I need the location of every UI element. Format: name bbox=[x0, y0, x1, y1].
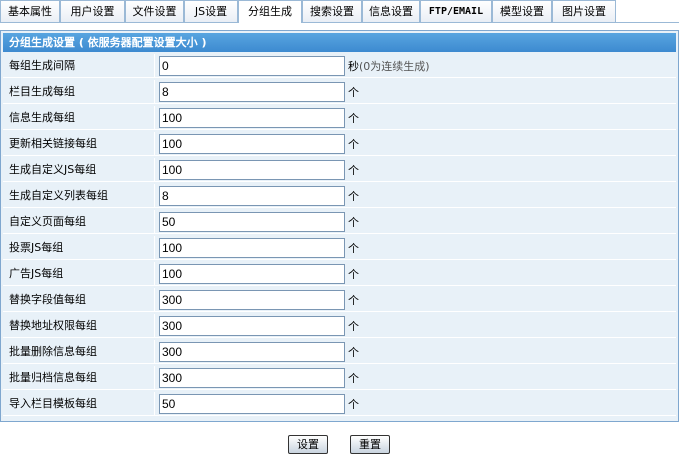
tab-info[interactable]: 信息设置 bbox=[362, 0, 420, 22]
row-label: 替换字段值每组 bbox=[9, 293, 86, 306]
row-label: 批量删除信息每组 bbox=[9, 345, 97, 358]
unit-note: (0为连续生成) bbox=[359, 60, 430, 73]
submit-button[interactable]: 设置 bbox=[288, 435, 328, 454]
panel-title: 分组生成设置 ( 依服务器配置设置大小 ) bbox=[3, 33, 676, 52]
interval-input[interactable]: 0 bbox=[159, 56, 345, 76]
column-divider bbox=[154, 236, 155, 259]
unit-label: 个 bbox=[348, 190, 359, 203]
batch-archive-input[interactable]: 300 bbox=[159, 368, 345, 388]
unit-label: 个 bbox=[348, 242, 359, 255]
setting-row: 导入栏目模板每组 50 个 bbox=[3, 392, 676, 416]
tab-basic[interactable]: 基本属性 bbox=[0, 0, 60, 22]
replace-field-input[interactable]: 300 bbox=[159, 290, 345, 310]
unit-label: 个 bbox=[348, 372, 359, 385]
unit-label: 个 bbox=[348, 216, 359, 229]
custom-page-input[interactable]: 50 bbox=[159, 212, 345, 232]
row-label: 自定义页面每组 bbox=[9, 215, 86, 228]
column-divider bbox=[154, 132, 155, 155]
column-divider bbox=[154, 54, 155, 77]
row-label: 生成自定义列表每组 bbox=[9, 189, 108, 202]
column-divider bbox=[154, 288, 155, 311]
unit-label: 个 bbox=[348, 398, 359, 411]
column-divider bbox=[154, 106, 155, 129]
unit-label: 个 bbox=[348, 320, 359, 333]
row-label: 投票JS每组 bbox=[9, 241, 64, 254]
related-links-input[interactable]: 100 bbox=[159, 134, 345, 154]
unit-label: 个 bbox=[348, 138, 359, 151]
column-divider bbox=[154, 392, 155, 415]
column-divider bbox=[154, 210, 155, 233]
setting-row: 每组生成间隔 0 秒(0为连续生成) bbox=[3, 54, 676, 78]
tab-group-generate[interactable]: 分组生成 bbox=[238, 0, 302, 23]
tab-file[interactable]: 文件设置 bbox=[125, 0, 184, 22]
unit-label: 个 bbox=[348, 164, 359, 177]
tab-user[interactable]: 用户设置 bbox=[60, 0, 125, 22]
column-divider bbox=[154, 366, 155, 389]
row-label: 广告JS每组 bbox=[9, 267, 64, 280]
custom-js-input[interactable]: 100 bbox=[159, 160, 345, 180]
custom-list-input[interactable]: 8 bbox=[159, 186, 345, 206]
row-label: 生成自定义JS每组 bbox=[9, 163, 97, 176]
column-divider bbox=[154, 340, 155, 363]
settings-panel: 分组生成设置 ( 依服务器配置设置大小 ) 每组生成间隔 0 秒(0为连续生成)… bbox=[0, 30, 679, 422]
column-divider bbox=[154, 184, 155, 207]
tab-search[interactable]: 搜索设置 bbox=[302, 0, 362, 22]
column-divider bbox=[154, 158, 155, 181]
setting-row: 信息生成每组 100 个 bbox=[3, 106, 676, 130]
setting-row: 替换地址权限每组 300 个 bbox=[3, 314, 676, 338]
unit-label: 个 bbox=[348, 268, 359, 281]
setting-row: 生成自定义列表每组 8 个 bbox=[3, 184, 676, 208]
setting-row: 批量删除信息每组 300 个 bbox=[3, 340, 676, 364]
tab-ftp-email[interactable]: FTP/EMAIL bbox=[420, 0, 492, 22]
setting-row: 栏目生成每组 8 个 bbox=[3, 80, 676, 104]
row-label: 更新相关链接每组 bbox=[9, 137, 97, 150]
unit-label: 个 bbox=[348, 346, 359, 359]
setting-row: 广告JS每组 100 个 bbox=[3, 262, 676, 286]
tab-image[interactable]: 图片设置 bbox=[552, 0, 616, 22]
column-divider bbox=[154, 314, 155, 337]
unit-label: 个 bbox=[348, 112, 359, 125]
replace-url-permission-input[interactable]: 300 bbox=[159, 316, 345, 336]
row-label: 导入栏目模板每组 bbox=[9, 397, 97, 410]
setting-row: 投票JS每组 100 个 bbox=[3, 236, 676, 260]
column-divider bbox=[154, 262, 155, 285]
row-label: 每组生成间隔 bbox=[9, 59, 75, 72]
vote-js-input[interactable]: 100 bbox=[159, 238, 345, 258]
setting-row: 批量归档信息每组 300 个 bbox=[3, 366, 676, 390]
row-label: 批量归档信息每组 bbox=[9, 371, 97, 384]
class-per-group-input[interactable]: 8 bbox=[159, 82, 345, 102]
column-divider bbox=[154, 80, 155, 103]
tab-bar: 基本属性 用户设置 文件设置 JS设置 分组生成 搜索设置 信息设置 FTP/E… bbox=[0, 0, 679, 23]
batch-delete-input[interactable]: 300 bbox=[159, 342, 345, 362]
setting-row: 替换字段值每组 300 个 bbox=[3, 288, 676, 312]
unit-label: 个 bbox=[348, 294, 359, 307]
tab-js[interactable]: JS设置 bbox=[184, 0, 238, 22]
row-label: 栏目生成每组 bbox=[9, 85, 75, 98]
ad-js-input[interactable]: 100 bbox=[159, 264, 345, 284]
tab-model[interactable]: 模型设置 bbox=[492, 0, 552, 22]
reset-button[interactable]: 重置 bbox=[350, 435, 390, 454]
import-class-template-input[interactable]: 50 bbox=[159, 394, 345, 414]
row-label: 替换地址权限每组 bbox=[9, 319, 97, 332]
row-label: 信息生成每组 bbox=[9, 111, 75, 124]
setting-row: 更新相关链接每组 100 个 bbox=[3, 132, 676, 156]
row-unit: 秒(0为连续生成) bbox=[348, 59, 430, 75]
unit-label: 个 bbox=[348, 86, 359, 99]
info-per-group-input[interactable]: 100 bbox=[159, 108, 345, 128]
setting-row: 生成自定义JS每组 100 个 bbox=[3, 158, 676, 182]
setting-row: 自定义页面每组 50 个 bbox=[3, 210, 676, 234]
unit-label: 秒 bbox=[348, 60, 359, 73]
